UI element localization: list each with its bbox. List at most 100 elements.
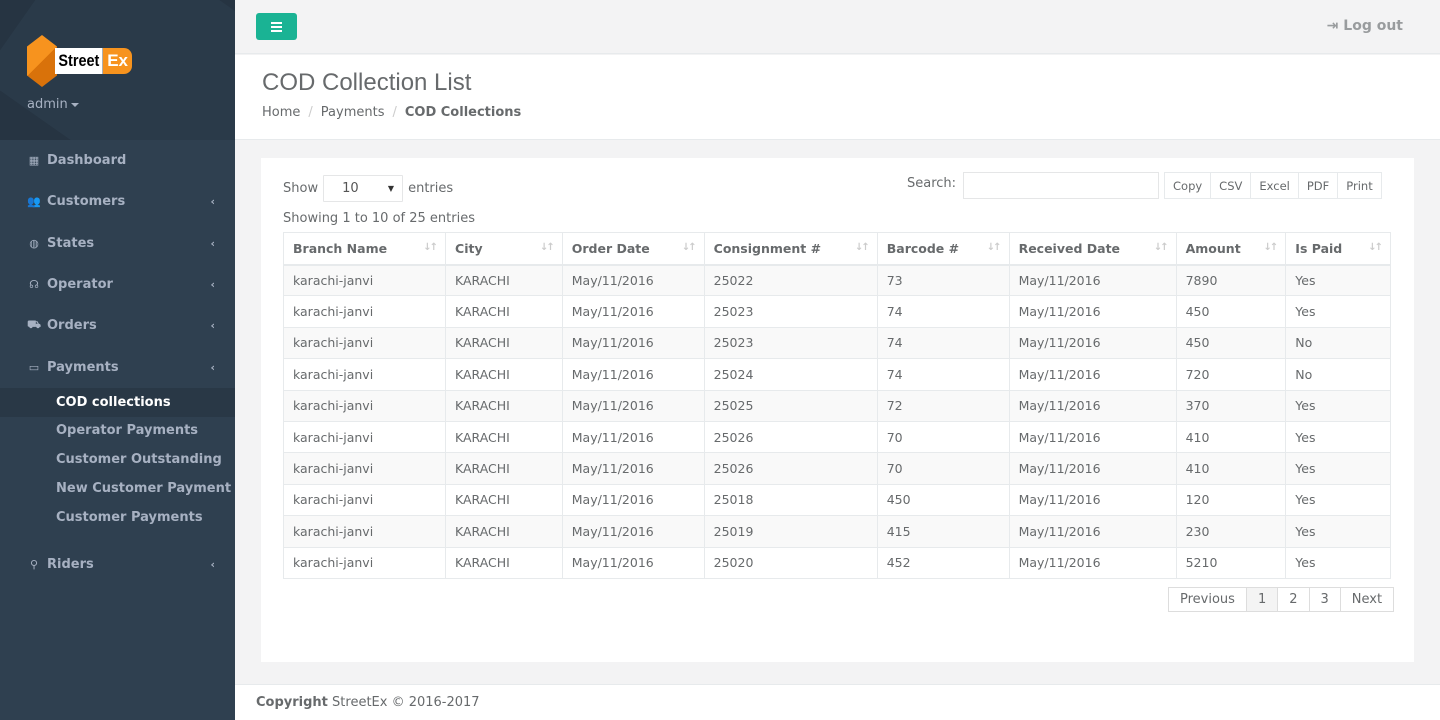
- th-large-icon: ▦: [28, 154, 40, 168]
- table-row: karachi-janvi KARACHI May/11/2016 25022 73 Ma…: [282, 263, 1391, 297]
- submenu-item-operator-payments[interactable]: Operator Payments: [0, 417, 235, 446]
- table-cell: KARACHI: [445, 295, 563, 328]
- sidebar-item-orders[interactable]: ⛟ Orders ‹: [0, 305, 235, 346]
- submenu-item-new-customer-payment[interactable]: New Customer Payment: [0, 474, 235, 503]
- table-cell: karachi-janvi: [282, 263, 447, 297]
- chevron-left-icon: ‹: [210, 236, 215, 250]
- table-cell: May/11/2016: [1008, 483, 1177, 517]
- table-cell: 415: [876, 515, 1010, 548]
- table-cell: 70: [876, 420, 1010, 454]
- export-buttons: Copy CSV Excel PDF Print: [1164, 172, 1382, 199]
- column-header-received-date[interactable]: Received Date ↓↑: [1008, 232, 1177, 266]
- table-cell: May/11/2016: [561, 483, 705, 517]
- logout-link[interactable]: ⇥ Log out: [1327, 18, 1403, 34]
- table-cell: Yes: [1285, 515, 1391, 548]
- table-cell: May/11/2016: [561, 546, 705, 579]
- breadcrumb-payments[interactable]: Payments: [321, 105, 385, 120]
- table-cell: Yes: [1285, 483, 1391, 517]
- table-row: karachi-janvi KARACHI May/11/2016 25019 415 M…: [282, 515, 1391, 548]
- copy-button[interactable]: Copy: [1164, 172, 1212, 199]
- column-header-amount[interactable]: Amount ↓↑: [1175, 232, 1287, 266]
- sidebar-item-operator[interactable]: ☊ Operator ‹: [0, 264, 235, 305]
- entries-value: 10: [342, 181, 359, 196]
- footer-text: StreetEx © 2016-2017: [332, 695, 480, 710]
- table-cell: May/11/2016: [561, 326, 705, 360]
- submenu-item-customer-outstanding[interactable]: Customer Outstanding: [0, 445, 235, 474]
- cod-table: Branch Name ↓↑ City ↓↑ Order Date ↓↑ Consignme…: [282, 232, 1391, 579]
- table-cell: 70: [876, 452, 1010, 485]
- sidebar-item-label: Riders: [47, 556, 94, 572]
- logo-word-ex: Ex: [103, 48, 132, 74]
- csv-button[interactable]: CSV: [1210, 172, 1252, 199]
- submenu-item-cod-collections[interactable]: COD collections: [0, 387, 235, 417]
- table-cell: 25022: [703, 263, 878, 297]
- table-cell: karachi-janvi: [282, 515, 447, 548]
- breadcrumb-home[interactable]: Home: [262, 105, 300, 120]
- table-cell: May/11/2016: [561, 420, 705, 454]
- page-3-button[interactable]: 3: [1308, 587, 1341, 612]
- column-header-barcode[interactable]: Barcode # ↓↑: [876, 232, 1010, 266]
- table-cell: Yes: [1285, 263, 1391, 297]
- table-cell: KARACHI: [445, 263, 563, 297]
- column-header-consignment[interactable]: Consignment # ↓↑: [703, 232, 878, 266]
- table-row: karachi-janvi KARACHI May/11/2016 25024 74 Ma…: [282, 358, 1391, 391]
- table-row: karachi-janvi KARACHI May/11/2016 25026 70 Ma…: [282, 452, 1391, 485]
- table-cell: May/11/2016: [1008, 389, 1177, 422]
- table-cell: 74: [876, 295, 1010, 328]
- sidebar-item-states[interactable]: ◍ States ‹: [0, 223, 235, 264]
- sidebar-item-customers[interactable]: 👥 Customers ‹: [0, 181, 235, 222]
- column-header-order-date[interactable]: Order Date ↓↑: [561, 232, 705, 266]
- search-input[interactable]: [963, 172, 1159, 199]
- table-cell: karachi-janvi: [282, 358, 447, 391]
- footer: Copyright StreetEx © 2016-2017: [235, 684, 1440, 720]
- previous-button[interactable]: Previous: [1168, 587, 1247, 612]
- logo-cube-icon: [27, 35, 57, 87]
- logo-word-street: Street: [55, 48, 103, 74]
- table-cell: 450: [876, 483, 1010, 517]
- page-heading: COD Collection List Home / Payments / COD …: [235, 55, 1440, 140]
- sort-icon: ↓↑: [1153, 242, 1169, 253]
- show-label: Show: [283, 181, 319, 196]
- sidebar-item-label: Customers: [47, 194, 126, 210]
- sign-out-icon: ⇥: [1326, 18, 1339, 34]
- print-button[interactable]: Print: [1337, 172, 1382, 199]
- sort-icon: ↓↑: [986, 242, 1002, 253]
- sidebar-item-label: States: [47, 235, 95, 251]
- entries-select[interactable]: 10 ▼: [323, 175, 404, 202]
- streetex-logo[interactable]: Street Ex: [27, 35, 132, 87]
- table-cell: May/11/2016: [1008, 546, 1177, 579]
- table-cell: KARACHI: [445, 389, 563, 422]
- user-name: admin: [27, 97, 68, 112]
- sidebar-item-dashboard[interactable]: ▦ Dashboard: [0, 140, 235, 181]
- page-1-button[interactable]: 1: [1245, 587, 1279, 612]
- page-2-button[interactable]: 2: [1277, 587, 1310, 612]
- user-menu[interactable]: admin: [27, 97, 79, 112]
- next-button[interactable]: Next: [1339, 587, 1395, 612]
- pdf-button[interactable]: PDF: [1297, 172, 1339, 199]
- table-cell: 25024: [703, 358, 878, 391]
- table-cell: May/11/2016: [1008, 326, 1177, 360]
- table-cell: KARACHI: [445, 420, 563, 454]
- excel-button[interactable]: Excel: [1250, 172, 1299, 199]
- sidebar-item-label: Dashboard: [47, 153, 127, 169]
- sidebar-item-payments[interactable]: ▭ Payments ‹: [0, 346, 235, 387]
- table-cell: Yes: [1285, 420, 1391, 454]
- payments-submenu: COD collections Operator Payments Customer…: [0, 387, 235, 544]
- table-cell: No: [1285, 358, 1391, 391]
- column-label: Is Paid: [1295, 240, 1343, 256]
- globe-icon: ◍: [29, 236, 39, 250]
- caret-down-icon: [70, 102, 79, 107]
- table-cell: 410: [1175, 420, 1287, 454]
- sidebar-item-riders[interactable]: ⚲ Riders ‹: [0, 544, 235, 585]
- table-cell: 25019: [703, 515, 878, 548]
- side-nav: ▦ Dashboard 👥 Customers ‹ ◍ States ‹ ☊ Operator ‹ ⛟…: [0, 140, 235, 585]
- table-cell: Yes: [1285, 295, 1391, 328]
- column-header-is-paid[interactable]: Is Paid ↓↑: [1285, 232, 1391, 266]
- table-cell: 452: [876, 546, 1010, 579]
- submenu-item-customer-payments[interactable]: Customer Payments: [0, 503, 235, 532]
- menu-toggle-button[interactable]: [256, 13, 297, 40]
- column-header-city[interactable]: City ↓↑: [445, 232, 563, 266]
- table-cell: 370: [1175, 389, 1287, 422]
- table-cell: KARACHI: [445, 358, 563, 391]
- column-header-branch-name[interactable]: Branch Name ↓↑: [282, 232, 447, 266]
